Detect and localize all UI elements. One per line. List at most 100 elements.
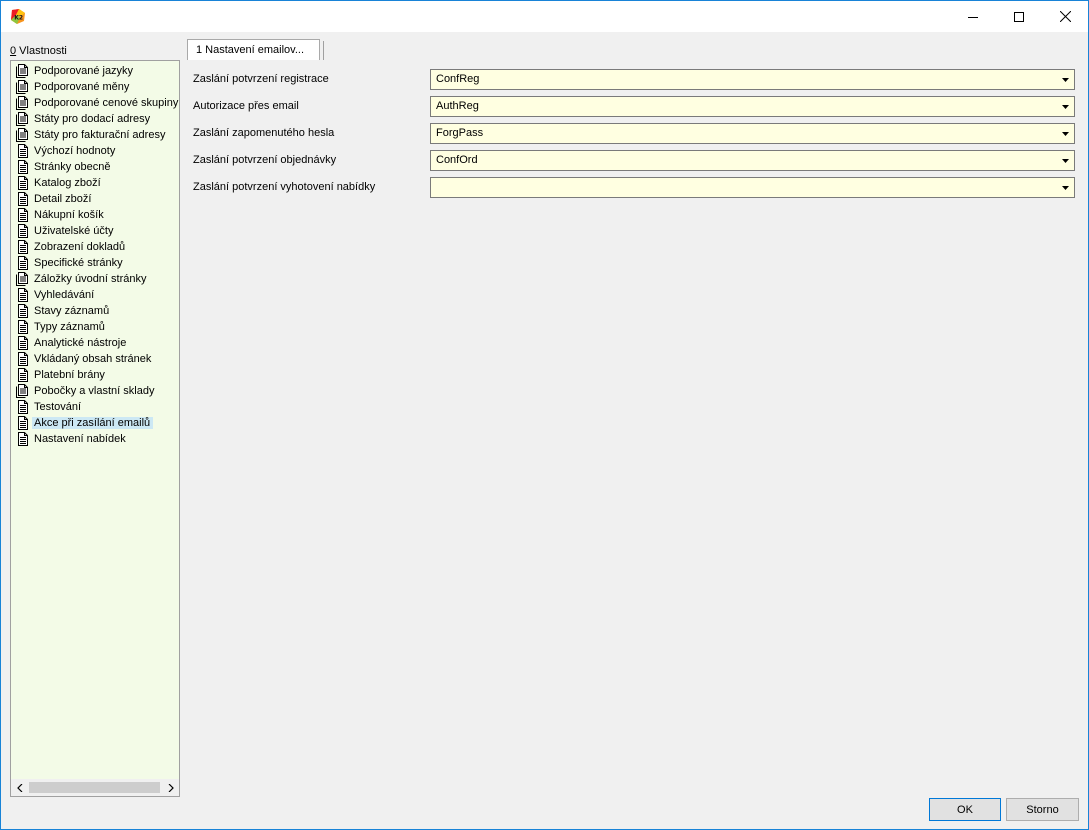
title-bar[interactable]: K2 bbox=[1, 1, 1088, 32]
tree-item[interactable]: Detail zboží bbox=[11, 191, 179, 207]
tree-item[interactable]: Pobočky a vlastní sklady bbox=[11, 383, 179, 399]
email-template-combobox[interactable]: ForgPass bbox=[430, 123, 1075, 144]
multi-doc-icon bbox=[16, 384, 29, 398]
dropdown-button[interactable] bbox=[1058, 179, 1073, 196]
minimize-button[interactable] bbox=[950, 1, 996, 32]
doc-icon bbox=[16, 176, 29, 190]
dropdown-button[interactable] bbox=[1058, 71, 1073, 88]
email-template-combobox[interactable]: ConfReg bbox=[430, 69, 1075, 90]
combobox-value: AuthReg bbox=[436, 100, 479, 112]
maximize-button[interactable] bbox=[996, 1, 1042, 32]
tree-item[interactable]: Podporované jazyky bbox=[11, 63, 179, 79]
doc-icon bbox=[16, 304, 29, 318]
ok-button[interactable]: OK bbox=[929, 798, 1001, 821]
properties-tree[interactable]: Podporované jazyky Podporované měny Podpor… bbox=[10, 60, 180, 797]
tree-item-label: Specifické stránky bbox=[34, 257, 123, 269]
tree-item-label: Podporované měny bbox=[34, 81, 130, 93]
tree-item[interactable]: Vkládaný obsah stránek bbox=[11, 351, 179, 367]
doc-icon bbox=[16, 416, 29, 430]
doc-icon bbox=[16, 224, 29, 238]
tree-item[interactable]: Analytické nástroje bbox=[11, 335, 179, 351]
close-button[interactable] bbox=[1042, 1, 1088, 32]
doc-icon bbox=[16, 432, 29, 446]
tree-item-label: Podporované jazyky bbox=[34, 65, 134, 77]
email-template-combobox[interactable] bbox=[430, 177, 1075, 198]
tree-item[interactable]: Zobrazení dokladů bbox=[11, 239, 179, 255]
tree-item-label: Zobrazení dokladů bbox=[34, 241, 126, 253]
email-template-combobox[interactable]: AuthReg bbox=[430, 96, 1075, 117]
dialog-window: K2 0 Vlastnosti Podporované jazyky Podpor… bbox=[0, 0, 1089, 830]
doc-icon bbox=[16, 240, 29, 254]
tree-item[interactable]: Záložky úvodní stránky bbox=[11, 271, 179, 287]
storno-button[interactable]: Storno bbox=[1006, 798, 1079, 821]
scroll-right-button[interactable] bbox=[162, 779, 179, 796]
tree-item-label: Podporované cenové skupiny bbox=[34, 97, 179, 109]
scrollbar-thumb[interactable] bbox=[29, 782, 160, 793]
doc-icon bbox=[16, 288, 29, 302]
tree-item[interactable]: Stavy záznamů bbox=[11, 303, 179, 319]
tree-item[interactable]: Státy pro fakturační adresy bbox=[11, 127, 179, 143]
tree-item-label: Nastavení nabídek bbox=[34, 433, 126, 445]
combobox-value: ForgPass bbox=[436, 127, 484, 139]
tree-item[interactable]: Typy záznamů bbox=[11, 319, 179, 335]
tree-item-label: Nákupní košík bbox=[34, 209, 104, 221]
email-template-combobox[interactable]: ConfOrd bbox=[430, 150, 1075, 171]
tree-item[interactable]: Nastavení nabídek bbox=[11, 431, 179, 447]
tree-item-label: Pobočky a vlastní sklady bbox=[34, 385, 155, 397]
properties-tree-list: Podporované jazyky Podporované měny Podpor… bbox=[11, 63, 179, 447]
field-label: Zaslání zapomenutého hesla bbox=[193, 127, 335, 139]
tree-item[interactable]: Podporované cenové skupiny bbox=[11, 95, 179, 111]
doc-icon bbox=[16, 192, 29, 206]
form-row: Autorizace přes email AuthReg bbox=[193, 96, 1075, 117]
tree-item-label: Katalog zboží bbox=[34, 177, 101, 189]
tree-item-label: Výchozí hodnoty bbox=[34, 145, 116, 157]
tab-separator bbox=[323, 41, 324, 60]
combobox-value: ConfOrd bbox=[436, 154, 478, 166]
tree-item[interactable]: Vyhledávání bbox=[11, 287, 179, 303]
form-row: Zaslání potvrzení vyhotovení nabídky bbox=[193, 177, 1075, 198]
doc-icon bbox=[16, 368, 29, 382]
doc-icon bbox=[16, 144, 29, 158]
tree-item[interactable]: Podporované měny bbox=[11, 79, 179, 95]
tree-item[interactable]: Testování bbox=[11, 399, 179, 415]
multi-doc-icon bbox=[16, 272, 29, 286]
dropdown-arrow-icon bbox=[1062, 158, 1069, 163]
tree-item-label: Stavy záznamů bbox=[34, 305, 110, 317]
properties-panel-title: 0 Vlastnosti bbox=[10, 45, 67, 57]
combobox-value: ConfReg bbox=[436, 73, 480, 85]
tree-item[interactable]: Nákupní košík bbox=[11, 207, 179, 223]
tree-item[interactable]: Stránky obecně bbox=[11, 159, 179, 175]
doc-icon bbox=[16, 352, 29, 366]
maximize-icon bbox=[1014, 11, 1024, 22]
tree-item[interactable]: Výchozí hodnoty bbox=[11, 143, 179, 159]
minimize-icon bbox=[968, 16, 978, 18]
tree-item-label: Platební brány bbox=[34, 369, 105, 381]
scroll-left-button[interactable] bbox=[11, 779, 28, 796]
tree-item[interactable]: Specifické stránky bbox=[11, 255, 179, 271]
tree-item[interactable]: Státy pro dodací adresy bbox=[11, 111, 179, 127]
dropdown-button[interactable] bbox=[1058, 152, 1073, 169]
multi-doc-icon bbox=[16, 80, 29, 94]
close-icon bbox=[1059, 11, 1071, 22]
field-label: Zaslání potvrzení vyhotovení nabídky bbox=[193, 181, 376, 193]
tree-item[interactable]: Akce při zasílání emailů bbox=[11, 415, 179, 431]
tree-item-label: Testování bbox=[34, 401, 82, 413]
doc-icon bbox=[16, 208, 29, 222]
k2-app-logo: K2 bbox=[11, 9, 25, 24]
chevron-left-icon bbox=[16, 783, 22, 792]
horizontal-scrollbar[interactable] bbox=[11, 779, 179, 796]
dropdown-arrow-icon bbox=[1062, 77, 1069, 82]
tree-item[interactable]: Uživatelské účty bbox=[11, 223, 179, 239]
tree-item[interactable]: Katalog zboží bbox=[11, 175, 179, 191]
tree-item-label: Záložky úvodní stránky bbox=[34, 273, 147, 285]
tree-item[interactable]: Platební brány bbox=[11, 367, 179, 383]
dropdown-button[interactable] bbox=[1058, 125, 1073, 142]
field-label: Autorizace přes email bbox=[193, 100, 299, 112]
dropdown-arrow-icon bbox=[1062, 131, 1069, 136]
dropdown-button[interactable] bbox=[1058, 98, 1073, 115]
form-row: Zaslání potvrzení objednávky ConfOrd bbox=[193, 150, 1075, 171]
tab-email-settings[interactable]: 1 Nastavení emailov... bbox=[187, 39, 320, 60]
chevron-right-icon bbox=[168, 783, 174, 792]
tree-item-label: Vkládaný obsah stránek bbox=[34, 353, 152, 365]
tree-item-label: Detail zboží bbox=[34, 193, 92, 205]
